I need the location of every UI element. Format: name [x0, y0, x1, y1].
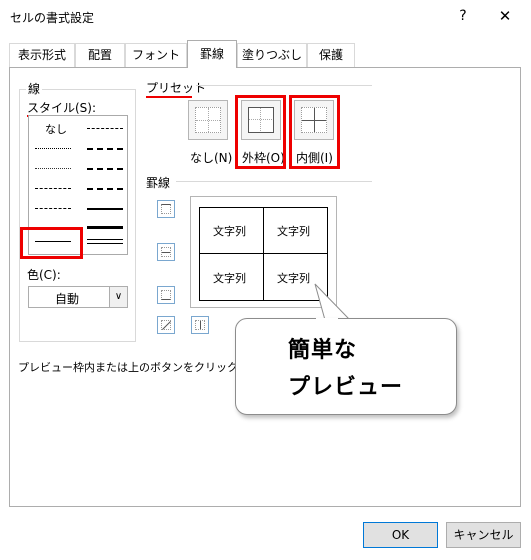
border-bottom-icon	[161, 290, 171, 300]
border-top-icon	[161, 204, 171, 214]
preset-none-button[interactable]	[188, 100, 228, 140]
border-bottom-button[interactable]	[157, 286, 175, 304]
line-style-solid-thick[interactable]	[87, 226, 123, 229]
preview-cell-text: 文字列	[213, 225, 246, 238]
border-separator	[176, 181, 372, 182]
preset-separator	[196, 85, 372, 86]
color-select-value: 自動	[55, 292, 80, 306]
tab-border[interactable]: 罫線	[187, 40, 237, 68]
window-title: セルの書式設定	[10, 11, 95, 25]
preset-inside-highlight	[289, 95, 340, 169]
tab-alignment[interactable]: 配置	[75, 43, 125, 67]
callout-tail	[314, 283, 352, 321]
preview-cell-text: 文字列	[213, 272, 246, 285]
callout-line-2: プレビュー	[288, 375, 404, 400]
border-top-button[interactable]	[157, 200, 175, 218]
line-style-dash-dot-medium[interactable]	[87, 168, 123, 170]
preview-inner-vertical	[263, 207, 264, 301]
chevron-down-icon[interactable]: ∨	[109, 287, 127, 307]
border-inside-vertical-button[interactable]	[191, 316, 209, 334]
close-button[interactable]: ✕	[494, 5, 516, 27]
cancel-button[interactable]: キャンセル	[446, 522, 521, 548]
ok-button[interactable]: OK	[363, 522, 438, 548]
help-button[interactable]: ?	[452, 5, 474, 27]
border-inside-horizontal-icon	[161, 247, 171, 257]
preset-none-icon	[195, 107, 221, 133]
tab-number-format[interactable]: 表示形式	[9, 43, 75, 67]
line-style-solid-medium[interactable]	[87, 208, 123, 210]
color-label: 色(C):	[27, 268, 61, 282]
diagonal-up-icon	[161, 320, 171, 330]
preset-title: プリセット	[146, 81, 207, 95]
color-select[interactable]: 自動 ∨	[28, 286, 128, 308]
line-style-none[interactable]: なし	[45, 121, 67, 137]
border-diagonal-up-button[interactable]	[157, 316, 175, 334]
tab-fill[interactable]: 塗りつぶし	[237, 43, 307, 67]
line-style-double[interactable]	[87, 239, 123, 244]
line-style-dash-dot[interactable]	[35, 188, 71, 189]
preset-none-label: なし(N)	[190, 151, 233, 165]
line-group-title: 線	[26, 80, 43, 97]
line-style-dashed[interactable]	[35, 208, 71, 209]
tab-font[interactable]: フォント	[125, 43, 187, 67]
callout-seam	[316, 318, 338, 321]
line-style-dash-medium[interactable]	[87, 148, 123, 150]
style-label: スタイル(S):	[27, 101, 97, 115]
line-style-dash-dot-heavy[interactable]	[87, 128, 123, 129]
preset-outline-highlight	[235, 95, 286, 169]
line-style-dash-heavy[interactable]	[87, 188, 123, 190]
preview-inner-horizontal	[199, 253, 328, 254]
border-inside-horizontal-button[interactable]	[157, 243, 175, 261]
preview-cell-text: 文字列	[277, 225, 310, 238]
callout-bubble: 簡単な プレビュー	[235, 318, 457, 415]
callout-line-1: 簡単な	[288, 338, 358, 363]
selected-style-highlight	[20, 227, 83, 259]
line-style-dotted[interactable]	[35, 168, 71, 169]
tab-protection[interactable]: 保護	[307, 43, 355, 67]
preset-title-underline	[146, 96, 192, 98]
border-inside-vertical-icon	[195, 320, 205, 330]
line-style-dotted-fine[interactable]	[35, 148, 71, 149]
border-title: 罫線	[146, 176, 171, 190]
